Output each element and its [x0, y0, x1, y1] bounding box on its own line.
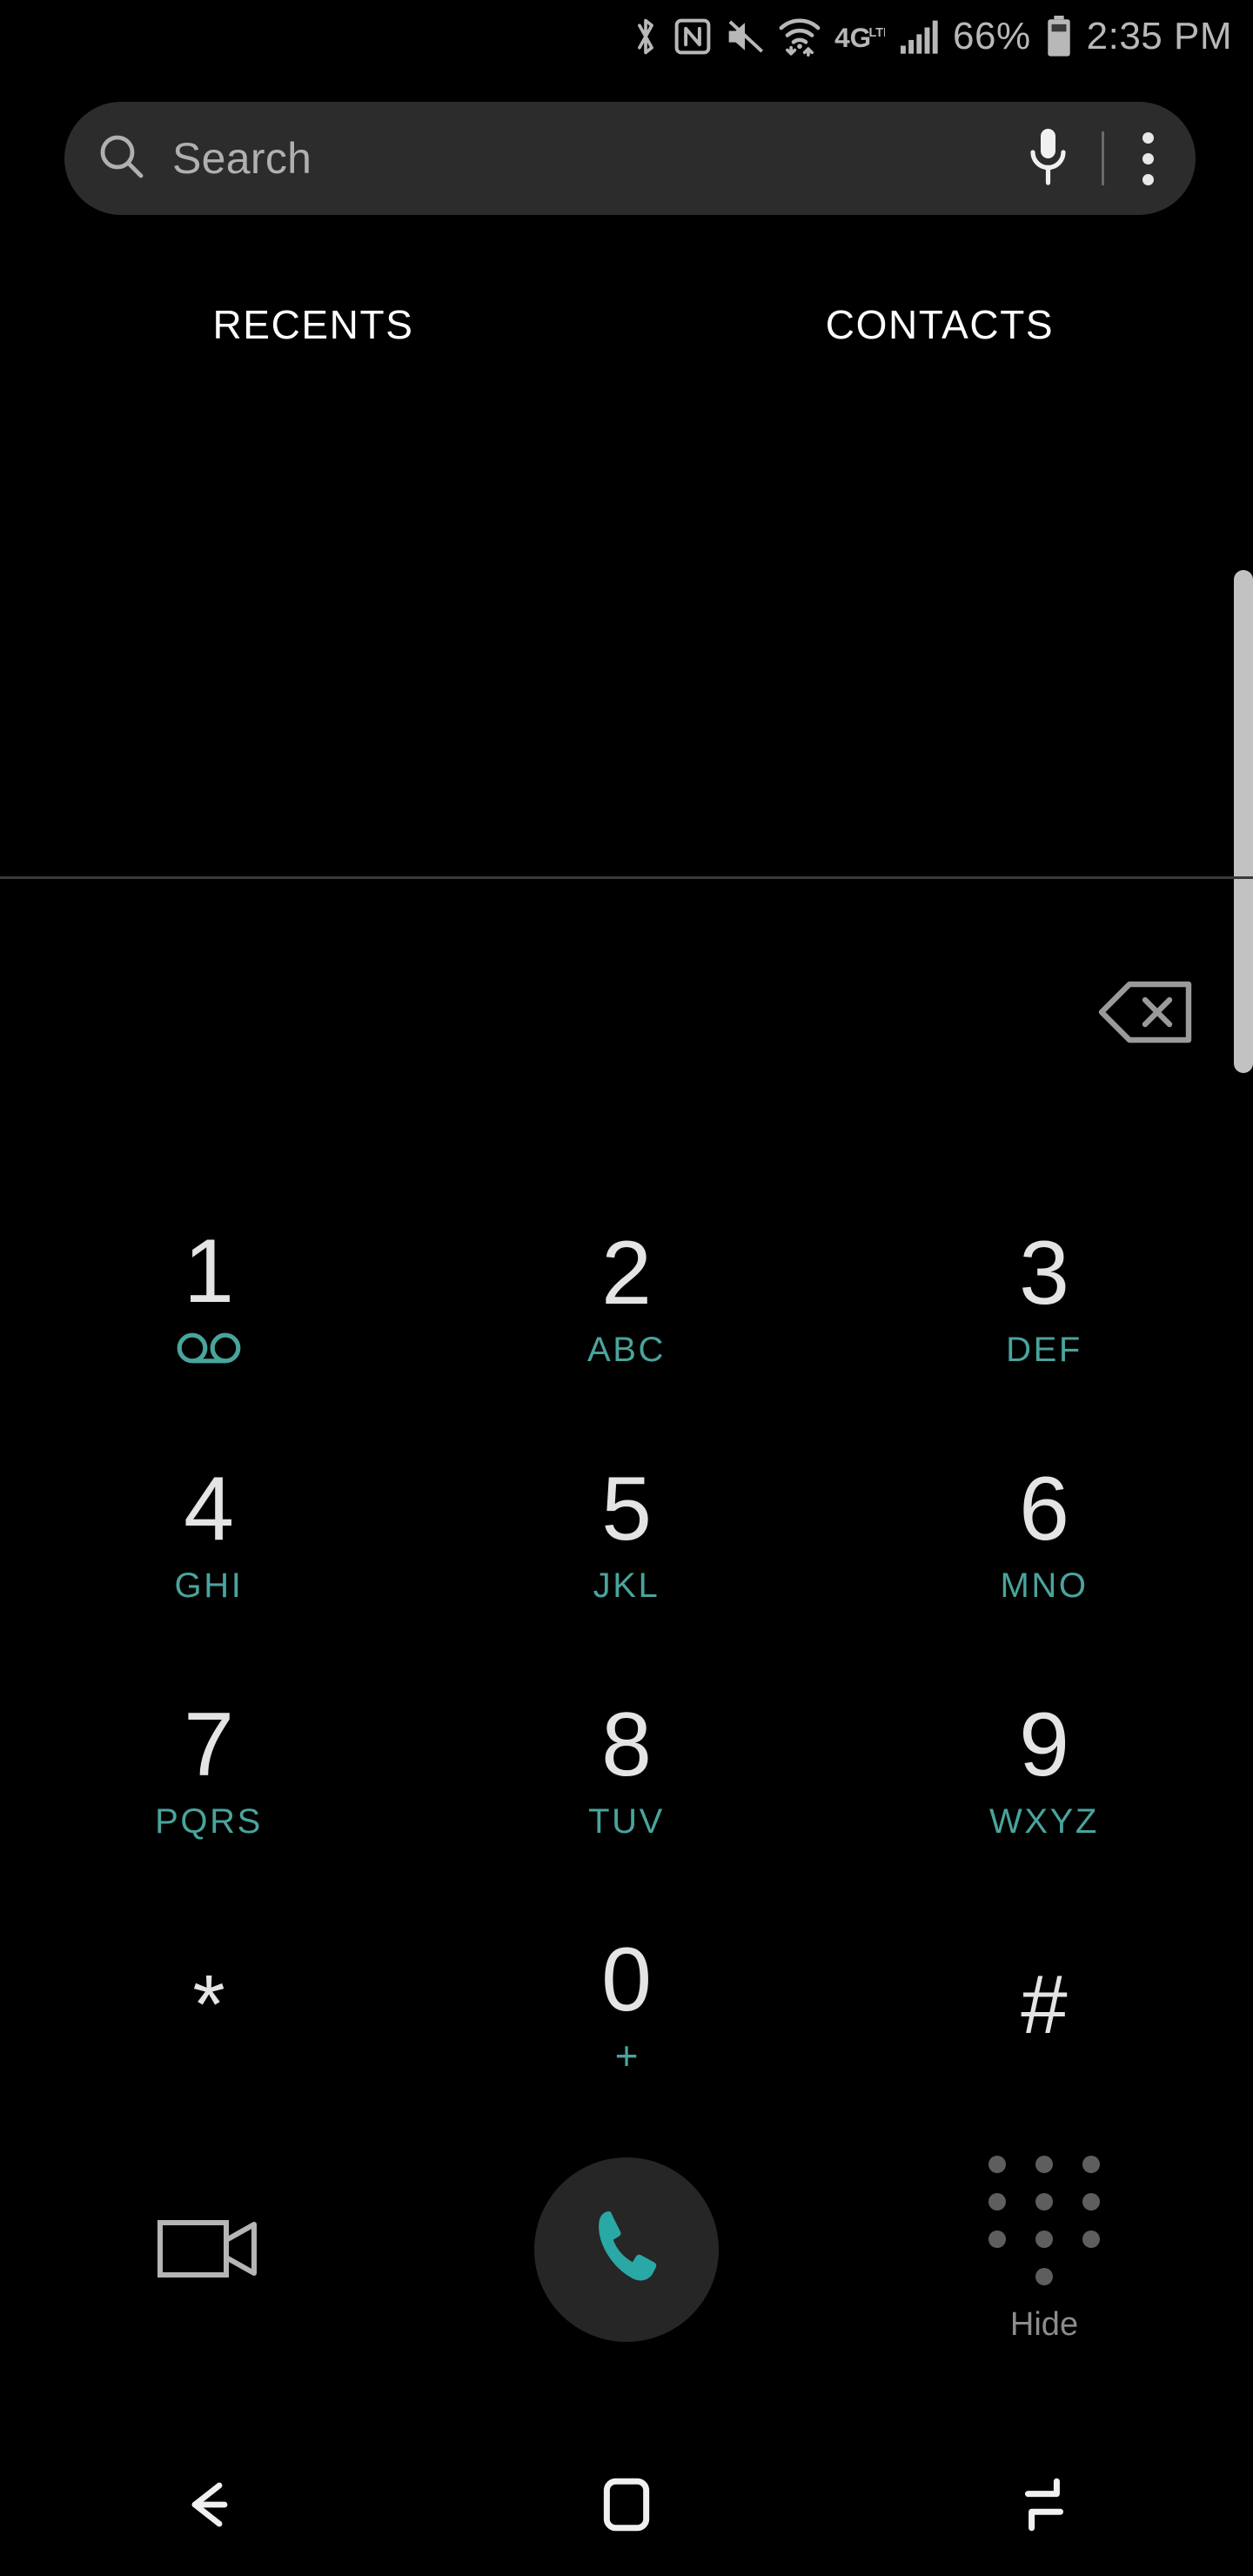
- keypad-dot: [1035, 2268, 1053, 2285]
- recents-list-area[interactable]: [0, 366, 1253, 879]
- keypad-dot-row: [988, 2231, 1100, 2248]
- keypad-dot: [988, 2231, 1006, 2248]
- dialpad-key-2-letters: ABC: [586, 1330, 667, 1369]
- nav-recents-button[interactable]: [966, 2454, 1122, 2559]
- dialpad-key-1[interactable]: 1: [0, 1179, 418, 1415]
- network-4glte-icon: 4G LTE: [834, 18, 885, 55]
- tab-contacts-label: CONTACTS: [825, 302, 1055, 347]
- navigation-bar: [0, 2437, 1253, 2576]
- action-row: Hide: [0, 2123, 1253, 2376]
- video-call-button[interactable]: [0, 2123, 418, 2376]
- svg-text:4G: 4G: [834, 22, 871, 53]
- dialpad-key-9[interactable]: 9 WXYZ: [835, 1652, 1253, 1888]
- search-bar[interactable]: Search: [64, 102, 1196, 215]
- mute-icon: [725, 18, 765, 55]
- clock-label: 2:35 PM: [1086, 15, 1232, 57]
- svg-text:LTE: LTE: [869, 26, 886, 40]
- dialpad-key-8-digit: 8: [601, 1694, 652, 1796]
- keypad-dot-row: [988, 2156, 1100, 2173]
- keypad-dot-row: [988, 2193, 1100, 2210]
- battery-icon: [1045, 16, 1073, 57]
- dialpad-key-7-digit: 7: [184, 1694, 234, 1796]
- overflow-dot: [1142, 152, 1154, 164]
- wifi-icon: [779, 17, 821, 57]
- search-input[interactable]: Search: [172, 133, 1023, 184]
- dialpad-key-2[interactable]: 2 ABC: [418, 1179, 835, 1415]
- keypad-dot: [988, 2193, 1006, 2210]
- recents-icon: [1014, 2474, 1075, 2539]
- call-button[interactable]: [418, 2123, 835, 2376]
- scrollbar[interactable]: [1234, 570, 1253, 1073]
- search-bar-divider: [1102, 131, 1104, 185]
- nav-home-button[interactable]: [548, 2454, 705, 2559]
- dialpad-key-hash-digit: #: [1021, 1958, 1068, 2052]
- hide-keypad-label: Hide: [1009, 2306, 1079, 2343]
- keypad-dot: [1082, 2156, 1100, 2173]
- number-display[interactable]: [104, 949, 1062, 1053]
- dialpad-key-6-letters: MNO: [1000, 1566, 1089, 1605]
- call-button-circle[interactable]: [534, 2157, 719, 2342]
- dialpad-key-9-letters: WXYZ: [989, 1802, 1099, 1841]
- tab-bar: RECENTS CONTACTS: [0, 287, 1253, 362]
- tab-contacts[interactable]: CONTACTS: [626, 287, 1253, 362]
- overflow-menu-icon[interactable]: [1134, 131, 1163, 185]
- dialpad-key-8-letters: TUV: [588, 1802, 665, 1841]
- bluetooth-icon: [631, 17, 660, 57]
- dialpad-key-3-digit: 3: [1019, 1222, 1069, 1324]
- overflow-dot: [1142, 173, 1154, 185]
- nav-back-button[interactable]: [131, 2454, 287, 2559]
- nfc-icon: [674, 18, 711, 55]
- backspace-icon: [1096, 979, 1194, 1050]
- dialpad-key-7[interactable]: 7 PQRS: [0, 1652, 418, 1888]
- voicemail-icon: [177, 1332, 241, 1368]
- dialpad-key-8[interactable]: 8 TUV: [418, 1652, 835, 1888]
- dialpad-key-5-digit: 5: [601, 1458, 652, 1560]
- search-icon: [97, 132, 146, 185]
- dialpad-key-9-digit: 9: [1019, 1694, 1069, 1796]
- dialpad-key-5-letters: JKL: [593, 1566, 660, 1605]
- dialpad-key-6-digit: 6: [1019, 1458, 1069, 1560]
- keypad-dot-row: [1035, 2268, 1053, 2285]
- phone-dialer-screen: 4G LTE 66% 2:35 PM: [0, 0, 1253, 2576]
- keypad-dot: [1035, 2231, 1053, 2248]
- dialpad-key-3[interactable]: 3 DEF: [835, 1179, 1253, 1415]
- dialpad-key-0[interactable]: 0 +: [418, 1888, 835, 2123]
- dialpad-key-star[interactable]: *: [0, 1888, 418, 2123]
- dialpad-key-0-plus: +: [614, 2033, 639, 2079]
- dialpad-key-4-letters: GHI: [174, 1566, 244, 1605]
- keypad-dot: [1035, 2156, 1053, 2173]
- dialpad-key-hash[interactable]: #: [835, 1888, 1253, 2123]
- dialpad-key-star-digit: *: [192, 1958, 225, 2052]
- status-bar: 4G LTE 66% 2:35 PM: [0, 0, 1253, 73]
- dialpad-key-7-letters: PQRS: [155, 1802, 263, 1841]
- keypad-dot: [1082, 2193, 1100, 2210]
- section-divider: [0, 876, 1253, 879]
- dialpad: 1 2 ABC 3 DEF 4 GHI 5 JKL 6 MNO 7 PQRS 8…: [0, 1179, 1253, 2123]
- dialpad-key-5[interactable]: 5 JKL: [418, 1415, 835, 1651]
- phone-handset-icon: [578, 2199, 675, 2301]
- dialpad-key-2-digit: 2: [601, 1222, 652, 1324]
- keypad-dots-icon: [988, 2156, 1100, 2285]
- keypad-dot: [1035, 2193, 1053, 2210]
- overflow-dot: [1142, 131, 1154, 144]
- video-camera-icon: [157, 2210, 261, 2290]
- dialpad-key-6[interactable]: 6 MNO: [835, 1415, 1253, 1651]
- battery-percent-label: 66%: [953, 15, 1031, 57]
- back-arrow-icon: [176, 2472, 242, 2542]
- keypad-dot: [988, 2156, 1006, 2173]
- keypad-dot: [1082, 2231, 1100, 2248]
- hide-keypad-button[interactable]: Hide: [835, 2123, 1253, 2376]
- dialpad-key-4[interactable]: 4 GHI: [0, 1415, 418, 1651]
- home-square-icon: [596, 2474, 657, 2539]
- microphone-icon[interactable]: [1023, 125, 1072, 192]
- tab-recents-label: RECENTS: [212, 302, 414, 347]
- signal-bars-icon: [899, 18, 939, 55]
- dialpad-key-4-digit: 4: [184, 1458, 234, 1560]
- dialpad-key-1-digit: 1: [184, 1221, 234, 1323]
- backspace-button[interactable]: [1093, 980, 1197, 1048]
- dialpad-key-0-digit: 0: [601, 1929, 652, 2031]
- dialpad-key-3-letters: DEF: [1006, 1330, 1082, 1369]
- tab-recents[interactable]: RECENTS: [0, 287, 626, 362]
